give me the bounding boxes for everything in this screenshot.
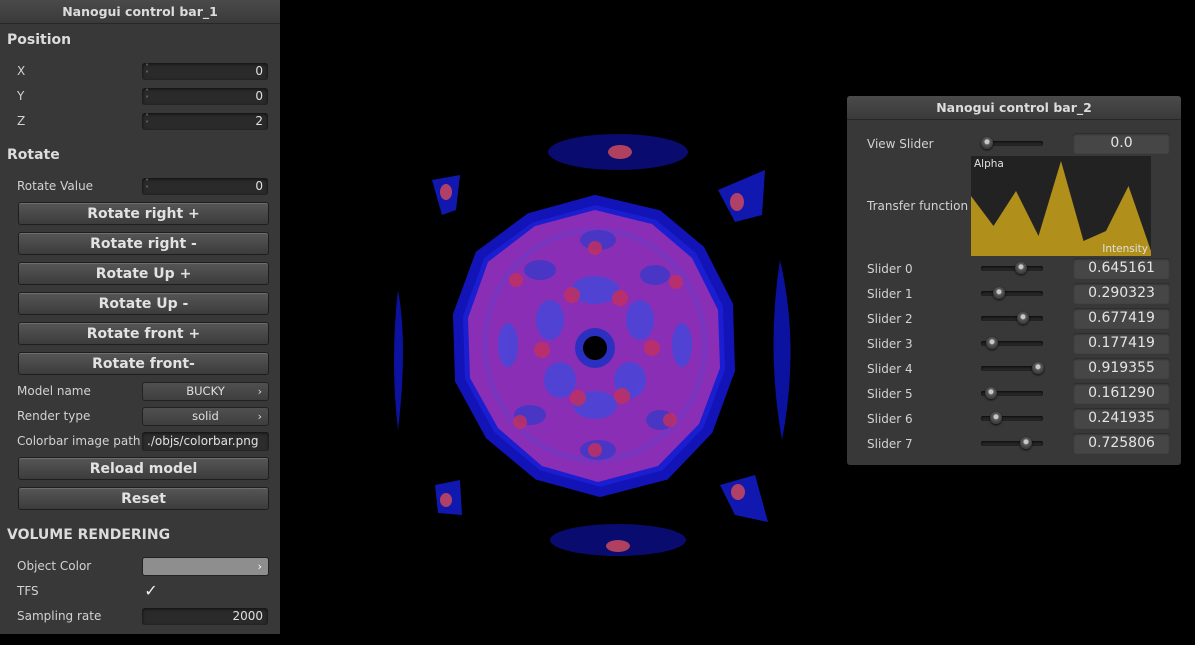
chevron-right-icon: › — [257, 385, 262, 398]
slider-7-knob[interactable] — [1019, 437, 1032, 449]
slider-7[interactable] — [981, 437, 1043, 449]
spinner-icon[interactable]: ˄ ˅ — [145, 179, 153, 194]
sampling-rate-label: Sampling rate — [17, 609, 102, 623]
slider-4-value[interactable]: 0.919355 — [1073, 358, 1170, 379]
slider-0[interactable] — [981, 262, 1043, 274]
slider-2-value[interactable]: 0.677419 — [1073, 308, 1170, 329]
volume-rendering-heading: VOLUME RENDERING — [7, 527, 171, 543]
slider-4[interactable] — [981, 362, 1044, 374]
transfer-function-area — [971, 161, 1151, 256]
reset-button[interactable]: Reset — [18, 487, 269, 510]
slider-7-value[interactable]: 0.725806 — [1073, 433, 1170, 454]
alpha-axis-label: Alpha — [974, 158, 1004, 170]
slider-2[interactable] — [981, 312, 1043, 324]
spinner-icon[interactable]: ˄ ˅ — [145, 89, 153, 104]
z-label: Z — [17, 114, 26, 128]
tfs-checkbox[interactable]: ✓ — [142, 582, 160, 600]
slider-6-value[interactable]: 0.241935 — [1073, 408, 1170, 429]
slider-1-value[interactable]: 0.290323 — [1073, 283, 1170, 304]
colorbar-path-label: Colorbar image path — [17, 434, 141, 448]
slider-5-value[interactable]: 0.161290 — [1073, 383, 1170, 404]
volume-render-viewport[interactable] — [390, 130, 810, 560]
view-slider[interactable] — [981, 137, 1043, 149]
slider-4-label: Slider 4 — [867, 362, 913, 376]
panel-1-title[interactable]: Nanogui control bar_1 — [0, 0, 280, 24]
render-type-label: Render type — [17, 409, 91, 423]
checkmark-icon: ✓ — [144, 581, 158, 600]
view-slider-knob[interactable] — [981, 137, 994, 149]
rotate-up-minus-button[interactable]: Rotate Up - — [18, 292, 269, 315]
fragment-top-right — [718, 170, 765, 222]
rotate-front-plus-button[interactable]: Rotate front + — [18, 322, 269, 345]
slider-3-value[interactable]: 0.177419 — [1073, 333, 1170, 354]
rotate-front-minus-button[interactable]: Rotate front- — [18, 352, 269, 375]
fragment-bottom-right — [720, 475, 768, 522]
rotate-up-plus-button[interactable]: Rotate Up + — [18, 262, 269, 285]
slider-1[interactable] — [981, 287, 1043, 299]
intensity-axis-label: Intensity — [1102, 243, 1148, 255]
view-slider-value[interactable]: 0.0 — [1073, 133, 1170, 154]
transfer-function-label: Transfer function — [867, 199, 969, 213]
fragment-left — [394, 290, 403, 430]
sampling-rate-input[interactable]: 2000 — [142, 608, 268, 625]
slider-5-label: Slider 5 — [867, 387, 913, 401]
rotate-right-minus-button[interactable]: Rotate right - — [18, 232, 269, 255]
slider-5-knob[interactable] — [984, 387, 997, 399]
render-type-select[interactable]: solid › — [142, 407, 269, 426]
spinner-icon[interactable]: ˄ ˅ — [145, 114, 153, 129]
tfs-label: TFS — [17, 584, 39, 598]
slider-0-label: Slider 0 — [867, 262, 913, 276]
control-panel-1: Nanogui control bar_1 Position X ˄ ˅ 0 Y … — [0, 0, 280, 634]
fragment-top-left — [432, 175, 460, 215]
position-heading: Position — [7, 32, 72, 48]
slider-3[interactable] — [981, 337, 1043, 349]
object-color-picker[interactable]: › — [142, 557, 269, 576]
chevron-right-icon: › — [257, 560, 262, 573]
rotate-value-label: Rotate Value — [17, 179, 94, 193]
slider-7-label: Slider 7 — [867, 437, 913, 451]
bucky-molecule — [452, 194, 736, 498]
panel-2-title[interactable]: Nanogui control bar_2 — [847, 96, 1181, 120]
slider-2-label: Slider 2 — [867, 312, 913, 326]
fragment-right — [773, 260, 791, 440]
y-input[interactable]: ˄ ˅ 0 — [142, 88, 268, 105]
fragment-bottom — [550, 524, 686, 556]
slider-5[interactable] — [981, 387, 1043, 399]
slider-0-knob[interactable] — [1014, 262, 1027, 274]
reload-model-button[interactable]: Reload model — [18, 457, 269, 480]
slider-4-knob[interactable] — [1032, 362, 1044, 374]
transfer-function-graph[interactable]: Alpha Intensity — [971, 156, 1151, 256]
x-input[interactable]: ˄ ˅ 0 — [142, 63, 268, 80]
fragment-bottom-left — [435, 480, 462, 515]
view-slider-label: View Slider — [867, 137, 934, 151]
rotate-right-plus-button[interactable]: Rotate right + — [18, 202, 269, 225]
slider-1-knob[interactable] — [993, 287, 1005, 299]
slider-2-knob[interactable] — [1016, 312, 1029, 324]
y-label: Y — [17, 89, 25, 103]
rotate-heading: Rotate — [7, 147, 60, 163]
spinner-icon[interactable]: ˄ ˅ — [145, 64, 153, 79]
slider-0-value[interactable]: 0.645161 — [1073, 258, 1170, 279]
slider-3-knob[interactable] — [985, 337, 998, 349]
transfer-function-plot — [971, 161, 1151, 256]
x-label: X — [17, 64, 26, 78]
control-panel-2: Nanogui control bar_2 View Slider 0.0 Tr… — [847, 96, 1181, 465]
slider-6[interactable] — [981, 412, 1043, 424]
rotate-value-input[interactable]: ˄ ˅ 0 — [142, 178, 268, 195]
z-input[interactable]: ˄ ˅ 2 — [142, 113, 268, 130]
slider-6-label: Slider 6 — [867, 412, 913, 426]
object-color-label: Object Color — [17, 559, 92, 573]
slider-1-label: Slider 1 — [867, 287, 913, 301]
slider-3-label: Slider 3 — [867, 337, 913, 351]
slider-6-knob[interactable] — [989, 412, 1002, 424]
model-name-select[interactable]: BUCKY › — [142, 382, 269, 401]
chevron-right-icon: › — [257, 410, 262, 423]
model-name-label: Model name — [17, 384, 91, 398]
colorbar-path-input[interactable]: ./objs/colorbar.png — [142, 432, 269, 451]
fragment-top — [548, 134, 688, 170]
